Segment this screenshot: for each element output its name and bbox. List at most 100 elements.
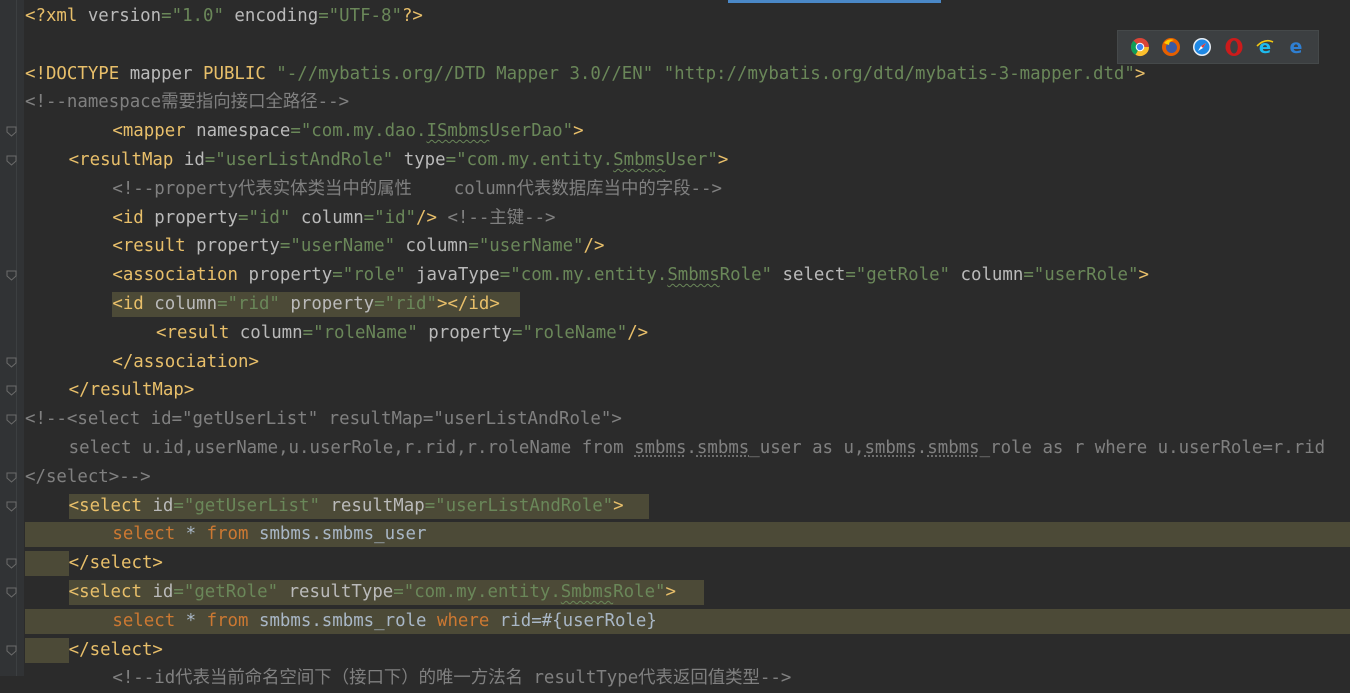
code-token: ="com.my.entity. [499, 265, 668, 286]
code-line[interactable]: <!--property代表实体类当中的属性 column代表数据库当中的字段-… [0, 175, 1350, 204]
code-token: <mapper [112, 121, 197, 142]
code-token: id [183, 149, 205, 170]
code-text: select * from smbms.smbms_user [112, 520, 426, 549]
code-token: <select [68, 581, 153, 602]
code-token: property [417, 322, 513, 343]
code-token: ="id" [238, 207, 291, 228]
code-token: > [613, 495, 624, 516]
code-line[interactable]: <!--namespace需要指向接口全路径--> [0, 88, 1350, 117]
line-highlight [25, 637, 69, 663]
code-line[interactable]: <?xml version="1.0" encoding="UTF-8"?> [0, 2, 1350, 31]
code-token: ="getRole" [845, 265, 951, 286]
chrome-icon[interactable] [1130, 37, 1150, 57]
fold-marker-icon[interactable] [6, 645, 17, 656]
code-line[interactable]: <select id="getRole" resultType="com.my.… [0, 578, 1350, 607]
code-token: <result [156, 322, 240, 343]
code-line[interactable]: </association> [0, 348, 1350, 377]
code-token: > [665, 581, 676, 602]
code-token: select [772, 265, 846, 286]
code-token: ="UTF-8" [318, 6, 402, 26]
opera-icon[interactable] [1224, 37, 1244, 57]
code-line[interactable]: <result column="roleName" property="role… [0, 319, 1350, 348]
safari-icon[interactable] [1192, 37, 1212, 57]
code-token: where [436, 610, 490, 631]
code-text: </select> [69, 549, 163, 578]
code-token: ="roleName" [512, 322, 628, 343]
fold-marker-icon[interactable] [6, 587, 17, 598]
code-token: <!DOCTYPE [25, 63, 130, 84]
code-line[interactable]: <id property="id" column="id"/> <!--主键--… [0, 204, 1350, 233]
code-token: _user as u, [749, 437, 865, 458]
code-line[interactable]: </select> [0, 549, 1350, 578]
fold-marker-icon[interactable] [6, 155, 17, 166]
code-token: column [950, 265, 1024, 286]
fold-marker-icon[interactable] [6, 270, 17, 281]
code-token: ="id" [363, 207, 417, 228]
code-token: > [573, 121, 584, 142]
code-token: select u.id,userName,u.userRole,r.rid,r.… [68, 437, 635, 458]
code-token: . [916, 437, 928, 458]
code-token: property [279, 293, 375, 314]
code-token: </resultMap> [68, 380, 195, 401]
code-token: smbms [927, 437, 980, 458]
code-token: ="role" [332, 265, 406, 286]
edge-icon[interactable]: e [1286, 37, 1306, 57]
code-line[interactable]: <association property="role" javaType="c… [0, 261, 1350, 290]
code-token: javaType [405, 265, 500, 286]
code-token: smbms [634, 437, 687, 458]
code-line[interactable]: select * from smbms.smbms_user [0, 520, 1350, 549]
code-text: <association property="role" javaType="c… [112, 261, 1149, 290]
firefox-icon[interactable] [1161, 37, 1181, 57]
code-text: <id column="rid" property="rid"></id> [112, 290, 499, 319]
code-line[interactable]: <!--id代表当前命名空间下（接口下）的唯一方法名 resultType代表返… [0, 664, 1350, 693]
code-token: ="rid" [374, 293, 437, 314]
code-line[interactable]: <result property="userName" column="user… [0, 232, 1350, 261]
fold-marker-icon[interactable] [6, 472, 17, 483]
code-editor[interactable]: <?xml version="1.0" encoding="UTF-8"?> <!… [0, 2, 1350, 693]
code-text: select * from smbms.smbms_role where rid… [112, 607, 657, 636]
fold-marker-icon[interactable] [6, 558, 17, 569]
code-line[interactable]: <!--<select id="getUserList" resultMap="… [0, 405, 1350, 434]
code-token: </select>--> [25, 466, 151, 487]
code-text: <!--namespace需要指向接口全路径--> [25, 88, 349, 117]
code-token: ></id> [436, 293, 500, 314]
code-line[interactable]: </select> [0, 636, 1350, 665]
code-text: <resultMap id="userListAndRole" type="co… [69, 146, 729, 175]
code-text: <result column="roleName" property="role… [156, 319, 648, 348]
code-token: resultType [278, 581, 394, 602]
internet-explorer-icon[interactable]: e [1255, 37, 1275, 57]
code-token: <!--namespace需要指向接口全路径--> [25, 92, 350, 113]
fold-marker-icon[interactable] [6, 501, 17, 512]
code-token: /> [627, 322, 649, 343]
code-token: <id [112, 293, 155, 314]
code-token: Smbms [667, 265, 720, 286]
code-token: > [1134, 63, 1146, 84]
code-token: UserDao" [489, 121, 574, 142]
code-line[interactable]: <select id="getUserList" resultMap="user… [0, 492, 1350, 521]
code-text: <select id="getRole" resultType="com.my.… [69, 578, 676, 607]
code-token: <association [112, 265, 249, 286]
code-token: <select [68, 495, 153, 516]
code-token: /> [583, 236, 605, 257]
code-token: column [239, 322, 303, 343]
fold-marker-icon[interactable] [6, 126, 17, 137]
code-token: ="getRole" [173, 581, 279, 602]
code-token: <!--主键--> [436, 207, 556, 228]
fold-marker-icon[interactable] [6, 357, 17, 368]
browser-preview-toolbar: e e [1117, 30, 1319, 64]
code-token: select [112, 610, 176, 631]
code-line[interactable]: <mapper namespace="com.my.dao.ISmbmsUser… [0, 117, 1350, 146]
code-token: column [395, 236, 469, 257]
code-line[interactable]: </select>--> [0, 463, 1350, 492]
code-token: rid=#{userRole} [489, 610, 657, 631]
code-line[interactable]: </resultMap> [0, 376, 1350, 405]
code-token: ="rid" [217, 293, 280, 314]
code-token: PUBLIC [203, 63, 277, 84]
code-text: <?xml version="1.0" encoding="UTF-8"?> [25, 2, 423, 31]
fold-marker-icon[interactable] [6, 385, 17, 397]
code-line[interactable]: select * from smbms.smbms_role where rid… [0, 607, 1350, 636]
code-line[interactable]: <resultMap id="userListAndRole" type="co… [0, 146, 1350, 175]
code-line[interactable]: select u.id,userName,u.userRole,r.rid,r.… [0, 434, 1350, 463]
fold-marker-icon[interactable] [6, 414, 17, 425]
code-line[interactable]: <id column="rid" property="rid"></id> [0, 290, 1350, 319]
